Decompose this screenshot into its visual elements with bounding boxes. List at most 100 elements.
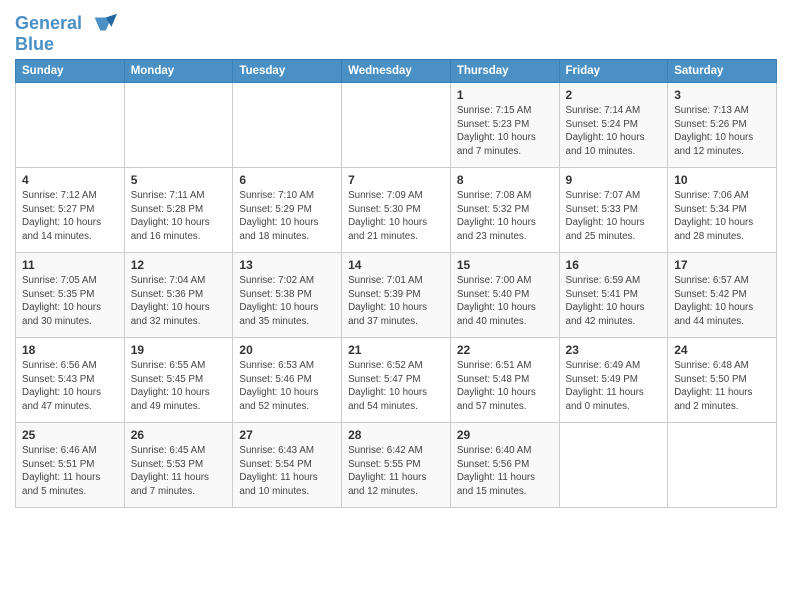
day-cell: 1 Sunrise: 7:15 AM Sunset: 5:23 PM Daylig…: [450, 83, 559, 168]
day-number: 24: [674, 343, 770, 357]
day-cell: 24 Sunrise: 6:48 AM Sunset: 5:50 PM Dayli…: [668, 338, 777, 423]
day-cell: 12 Sunrise: 7:04 AM Sunset: 5:36 PM Dayli…: [124, 253, 233, 338]
day-number: 9: [566, 173, 662, 187]
day-number: 8: [457, 173, 553, 187]
day-cell: 26 Sunrise: 6:45 AM Sunset: 5:53 PM Dayli…: [124, 423, 233, 508]
day-number: 26: [131, 428, 227, 442]
day-number: 6: [239, 173, 335, 187]
day-info: Sunrise: 7:11 AM Sunset: 5:28 PM Dayligh…: [131, 189, 227, 244]
day-cell: 4 Sunrise: 7:12 AM Sunset: 5:27 PM Daylig…: [16, 168, 125, 253]
day-cell: 19 Sunrise: 6:55 AM Sunset: 5:45 PM Dayli…: [124, 338, 233, 423]
header-row: SundayMondayTuesdayWednesdayThursdayFrid…: [16, 60, 777, 83]
day-cell: 11 Sunrise: 7:05 AM Sunset: 5:35 PM Dayli…: [16, 253, 125, 338]
day-cell: 16Sunrise: 6:59 AM Sunset: 5:41 PM Dayli…: [559, 253, 668, 338]
day-number: 4: [22, 173, 118, 187]
day-info: Sunrise: 7:15 AM Sunset: 5:23 PM Dayligh…: [457, 104, 553, 159]
header-cell-wednesday: Wednesday: [342, 60, 451, 83]
header-cell-tuesday: Tuesday: [233, 60, 342, 83]
header-cell-thursday: Thursday: [450, 60, 559, 83]
day-number: 15: [457, 258, 553, 272]
day-info: Sunrise: 6:43 AM Sunset: 5:54 PM Dayligh…: [239, 444, 335, 499]
day-number: 14: [348, 258, 444, 272]
day-number: 21: [348, 343, 444, 357]
day-info: Sunrise: 6:53 AM Sunset: 5:46 PM Dayligh…: [239, 359, 335, 414]
calendar-header: SundayMondayTuesdayWednesdayThursdayFrid…: [16, 60, 777, 83]
week-row-3: 11 Sunrise: 7:05 AM Sunset: 5:35 PM Dayli…: [16, 253, 777, 338]
day-number: 22: [457, 343, 553, 357]
day-cell: 23 Sunrise: 6:49 AM Sunset: 5:49 PM Dayli…: [559, 338, 668, 423]
day-number: 23: [566, 343, 662, 357]
day-cell: 14Sunrise: 7:01 AM Sunset: 5:39 PM Dayli…: [342, 253, 451, 338]
day-cell: 15Sunrise: 7:00 AM Sunset: 5:40 PM Dayli…: [450, 253, 559, 338]
day-cell: 25 Sunrise: 6:46 AM Sunset: 5:51 PM Dayli…: [16, 423, 125, 508]
day-cell: 29 Sunrise: 6:40 AM Sunset: 5:56 PM Dayli…: [450, 423, 559, 508]
day-number: 13: [239, 258, 335, 272]
day-info: Sunrise: 7:09 AM Sunset: 5:30 PM Dayligh…: [348, 189, 444, 244]
day-cell: 27Sunrise: 6:43 AM Sunset: 5:54 PM Dayli…: [233, 423, 342, 508]
day-number: 1: [457, 88, 553, 102]
day-cell: 18Sunrise: 6:56 AM Sunset: 5:43 PM Dayli…: [16, 338, 125, 423]
logo: General Blue: [15, 10, 117, 55]
day-info: Sunrise: 7:12 AM Sunset: 5:27 PM Dayligh…: [22, 189, 118, 244]
day-cell: 8 Sunrise: 7:08 AM Sunset: 5:32 PM Daylig…: [450, 168, 559, 253]
day-cell: 6Sunrise: 7:10 AM Sunset: 5:29 PM Daylig…: [233, 168, 342, 253]
day-cell: 5Sunrise: 7:11 AM Sunset: 5:28 PM Daylig…: [124, 168, 233, 253]
page-container: General Blue SundayMondayTuesdayWednesda…: [0, 0, 792, 513]
day-cell: [668, 423, 777, 508]
day-info: Sunrise: 6:49 AM Sunset: 5:49 PM Dayligh…: [566, 359, 662, 414]
day-number: 19: [131, 343, 227, 357]
day-info: Sunrise: 6:45 AM Sunset: 5:53 PM Dayligh…: [131, 444, 227, 499]
day-cell: [233, 83, 342, 168]
day-cell: 20 Sunrise: 6:53 AM Sunset: 5:46 PM Dayli…: [233, 338, 342, 423]
day-cell: 13 Sunrise: 7:02 AM Sunset: 5:38 PM Dayli…: [233, 253, 342, 338]
day-number: 10: [674, 173, 770, 187]
calendar-table: SundayMondayTuesdayWednesdayThursdayFrid…: [15, 59, 777, 508]
day-info: Sunrise: 7:08 AM Sunset: 5:32 PM Dayligh…: [457, 189, 553, 244]
day-number: 16: [566, 258, 662, 272]
calendar-body: 1 Sunrise: 7:15 AM Sunset: 5:23 PM Daylig…: [16, 83, 777, 508]
header: General Blue: [15, 10, 777, 55]
day-info: Sunrise: 6:52 AM Sunset: 5:47 PM Dayligh…: [348, 359, 444, 414]
day-cell: 2 Sunrise: 7:14 AM Sunset: 5:24 PM Daylig…: [559, 83, 668, 168]
day-number: 2: [566, 88, 662, 102]
day-info: Sunrise: 6:55 AM Sunset: 5:45 PM Dayligh…: [131, 359, 227, 414]
week-row-2: 4 Sunrise: 7:12 AM Sunset: 5:27 PM Daylig…: [16, 168, 777, 253]
day-cell: 9 Sunrise: 7:07 AM Sunset: 5:33 PM Daylig…: [559, 168, 668, 253]
header-cell-friday: Friday: [559, 60, 668, 83]
day-info: Sunrise: 7:14 AM Sunset: 5:24 PM Dayligh…: [566, 104, 662, 159]
day-info: Sunrise: 7:06 AM Sunset: 5:34 PM Dayligh…: [674, 189, 770, 244]
day-info: Sunrise: 6:56 AM Sunset: 5:43 PM Dayligh…: [22, 359, 118, 414]
day-info: Sunrise: 6:40 AM Sunset: 5:56 PM Dayligh…: [457, 444, 553, 499]
week-row-4: 18Sunrise: 6:56 AM Sunset: 5:43 PM Dayli…: [16, 338, 777, 423]
day-number: 28: [348, 428, 444, 442]
week-row-5: 25 Sunrise: 6:46 AM Sunset: 5:51 PM Dayli…: [16, 423, 777, 508]
day-cell: [559, 423, 668, 508]
day-number: 17: [674, 258, 770, 272]
day-info: Sunrise: 7:02 AM Sunset: 5:38 PM Dayligh…: [239, 274, 335, 329]
day-info: Sunrise: 7:13 AM Sunset: 5:26 PM Dayligh…: [674, 104, 770, 159]
day-cell: 21 Sunrise: 6:52 AM Sunset: 5:47 PM Dayli…: [342, 338, 451, 423]
day-cell: [124, 83, 233, 168]
day-cell: 7Sunrise: 7:09 AM Sunset: 5:30 PM Daylig…: [342, 168, 451, 253]
header-cell-saturday: Saturday: [668, 60, 777, 83]
logo-icon: [89, 10, 117, 38]
header-cell-monday: Monday: [124, 60, 233, 83]
day-info: Sunrise: 7:05 AM Sunset: 5:35 PM Dayligh…: [22, 274, 118, 329]
day-number: 11: [22, 258, 118, 272]
day-number: 29: [457, 428, 553, 442]
day-cell: 10 Sunrise: 7:06 AM Sunset: 5:34 PM Dayli…: [668, 168, 777, 253]
day-info: Sunrise: 7:07 AM Sunset: 5:33 PM Dayligh…: [566, 189, 662, 244]
day-number: 3: [674, 88, 770, 102]
day-cell: 22Sunrise: 6:51 AM Sunset: 5:48 PM Dayli…: [450, 338, 559, 423]
day-info: Sunrise: 6:48 AM Sunset: 5:50 PM Dayligh…: [674, 359, 770, 414]
day-info: Sunrise: 6:46 AM Sunset: 5:51 PM Dayligh…: [22, 444, 118, 499]
day-number: 25: [22, 428, 118, 442]
day-info: Sunrise: 7:04 AM Sunset: 5:36 PM Dayligh…: [131, 274, 227, 329]
day-cell: 3 Sunrise: 7:13 AM Sunset: 5:26 PM Daylig…: [668, 83, 777, 168]
day-info: Sunrise: 6:42 AM Sunset: 5:55 PM Dayligh…: [348, 444, 444, 499]
day-number: 12: [131, 258, 227, 272]
day-number: 20: [239, 343, 335, 357]
week-row-1: 1 Sunrise: 7:15 AM Sunset: 5:23 PM Daylig…: [16, 83, 777, 168]
header-cell-sunday: Sunday: [16, 60, 125, 83]
day-cell: 28 Sunrise: 6:42 AM Sunset: 5:55 PM Dayli…: [342, 423, 451, 508]
